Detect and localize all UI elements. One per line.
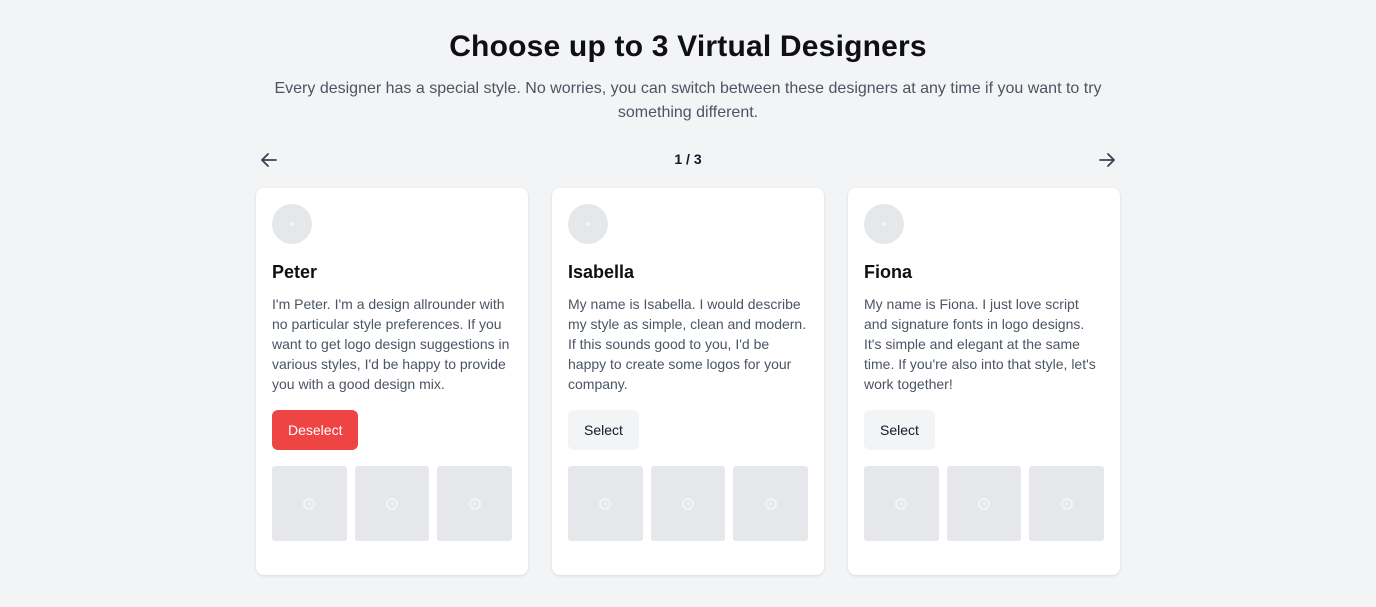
designer-card-fiona: Fiona My name is Fiona. I just love scri… [848,188,1120,575]
image-placeholder-icon [682,497,694,510]
avatar [864,204,904,244]
sample-thumbnail[interactable] [568,466,643,541]
carousel-navigation: 1 / 3 [256,146,1120,174]
select-button[interactable]: Select [864,410,935,450]
page-title: Choose up to 3 Virtual Designers [449,30,927,63]
image-placeholder-icon [586,222,590,226]
designer-card-peter: Peter I'm Peter. I'm a design allrounder… [256,188,528,575]
sample-thumbnail[interactable] [733,466,809,541]
image-placeholder-icon [386,497,398,510]
image-placeholder-icon [303,497,316,510]
sample-thumbnail[interactable] [272,466,347,541]
image-placeholder-icon [1060,497,1073,510]
arrow-right-icon [1099,153,1115,167]
designer-description: I'm Peter. I'm a design allrounder with … [272,296,510,392]
sample-thumbnails [864,466,1105,541]
image-placeholder-icon [290,222,294,226]
image-placeholder-icon [764,497,777,510]
image-placeholder-icon [978,497,990,510]
sample-thumbnails [272,466,513,541]
image-placeholder-icon [599,497,612,510]
sample-thumbnail[interactable] [864,466,939,541]
sample-thumbnail[interactable] [650,466,726,541]
sample-thumbnail[interactable] [1029,466,1105,541]
sample-thumbnail[interactable] [946,466,1022,541]
image-placeholder-icon [882,222,886,226]
sample-thumbnail[interactable] [437,466,513,541]
sample-thumbnail[interactable] [354,466,430,541]
deselect-button[interactable]: Deselect [272,410,359,450]
image-placeholder-icon [895,497,908,510]
image-placeholder-icon [468,497,481,510]
select-button[interactable]: Select [568,410,639,450]
designer-name: Peter [272,262,318,282]
designer-description: My name is Isabella. I would describe my… [568,296,807,392]
page-subtitle: Every designer has a special style. No w… [274,80,1102,121]
designer-name: Isabella [568,262,635,282]
designer-selection-page: Choose up to 3 Virtual Designers Every d… [0,0,1376,607]
designer-description: My name is Fiona. I just love script and… [864,296,1096,392]
designer-card-isabella: Isabella My name is Isabella. I would de… [552,188,824,575]
next-page-button[interactable] [1094,146,1120,174]
sample-thumbnails [568,466,809,541]
avatar [272,204,312,244]
designer-name: Fiona [864,262,912,282]
avatar [568,204,608,244]
page-indicator: 1 / 3 [674,151,702,167]
